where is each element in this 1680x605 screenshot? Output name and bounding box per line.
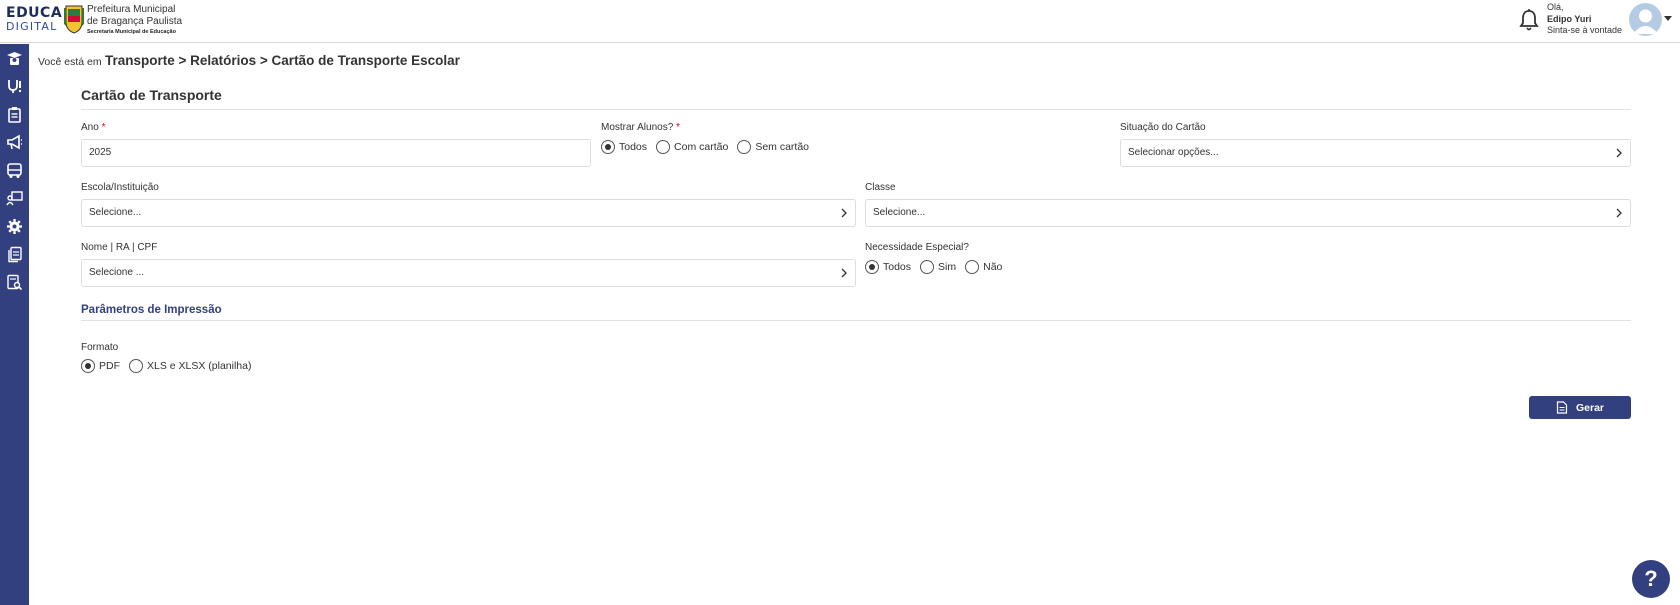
radio-label: XLS e XLSX (planilha) — [147, 360, 252, 372]
nome-label: Nome | RA | CPF — [81, 242, 158, 253]
nome-placeholder: Selecione ... — [89, 267, 145, 278]
logo-line1: EDUCA — [6, 5, 63, 21]
bell-icon[interactable] — [1519, 8, 1539, 32]
gerar-label: Gerar — [1575, 401, 1605, 414]
formato-label: Formato — [81, 342, 119, 353]
mostrar-alunos-radio-group: Todos Com cartão Sem cartão — [601, 140, 818, 154]
mostrar-alunos-label-text: Mostrar Alunos? — [601, 122, 674, 133]
medical-icon[interactable] — [5, 77, 24, 96]
mostrar-alunos-label: Mostrar Alunos? * — [601, 122, 680, 133]
radio-mostrar-com-cartao[interactable]: Com cartão — [656, 140, 728, 154]
clipboard-icon[interactable] — [5, 105, 24, 124]
user-menu-chevron-down-icon[interactable] — [1664, 16, 1672, 21]
gerar-button[interactable]: Gerar — [1529, 396, 1631, 419]
avatar[interactable] — [1629, 3, 1662, 36]
classe-select[interactable]: Selecione... — [865, 199, 1631, 227]
necessidade-radio-group: Todos Sim Não — [865, 260, 1011, 274]
breadcrumb: Transporte > Relatórios > Cartão de Tran… — [105, 53, 460, 68]
ano-value: 2025 — [89, 147, 112, 158]
pref-line1: Prefeitura Municipal — [87, 4, 176, 15]
radio-label: Não — [983, 261, 1003, 273]
report-search-icon[interactable] — [5, 273, 24, 292]
radio-circle[interactable] — [601, 140, 615, 154]
radio-circle[interactable] — [737, 140, 752, 154]
formato-radio-group: PDF XLS e XLSX (planilha) — [81, 359, 260, 373]
user-avatar-icon — [1633, 9, 1658, 34]
gear-icon[interactable] — [5, 217, 24, 236]
radio-necessidade-nao[interactable]: Não — [965, 260, 1002, 274]
radio-circle[interactable] — [81, 359, 95, 373]
bus-icon[interactable] — [5, 161, 24, 180]
chevron-right-icon — [841, 268, 847, 278]
teacher-icon[interactable] — [5, 189, 24, 208]
documents-icon[interactable] — [5, 245, 24, 264]
radio-label: Com cartão — [674, 141, 729, 153]
user-name: Edipo Yuri — [1547, 13, 1592, 24]
pref-line2: de Bragança Paulista — [87, 15, 183, 27]
radio-necessidade-sim[interactable]: Sim — [920, 260, 956, 274]
educa-digital-logo[interactable]: EDUCA DIGITAL — [6, 6, 62, 32]
divider — [81, 320, 1631, 321]
radio-circle[interactable] — [920, 260, 935, 274]
necessidade-label: Necessidade Especial? — [865, 242, 969, 253]
document-icon — [1556, 401, 1568, 414]
situacao-cartao-placeholder: Selecionar opções... — [1128, 147, 1219, 158]
radio-label: Sim — [938, 261, 957, 273]
pref-line3: Secretaria Municipal de Educação — [87, 28, 176, 35]
mostrar-alunos-required-mark: * — [676, 122, 680, 133]
help-button[interactable]: ? — [1632, 560, 1670, 598]
ano-field[interactable]: 2025 — [81, 139, 591, 167]
classe-placeholder: Selecione... — [873, 207, 926, 218]
radio-circle[interactable] — [129, 359, 143, 373]
page-title: Cartão de Transporte — [81, 87, 222, 103]
radio-label: PDF — [99, 360, 120, 372]
radio-label: Todos — [883, 261, 912, 273]
municipal-crest-icon — [64, 5, 84, 34]
radio-formato-xls[interactable]: XLS e XLSX (planilha) — [129, 359, 251, 373]
user-greeting: Olá, Edipo Yuri Sinta-se à vontade — [1547, 2, 1622, 37]
sidebar — [0, 44, 29, 605]
radio-necessidade-todos[interactable]: Todos — [865, 260, 911, 274]
radio-mostrar-sem-cartao[interactable]: Sem cartão — [737, 140, 809, 154]
classe-label: Classe — [865, 182, 896, 193]
chevron-right-icon — [1616, 208, 1622, 218]
chevron-right-icon — [1616, 148, 1622, 158]
user-subtitle: Sinta-se à vontade — [1547, 25, 1623, 36]
logo-line2: DIGITAL — [6, 20, 58, 33]
escola-label: Escola/Instituição — [81, 182, 159, 193]
nome-select[interactable]: Selecione ... — [81, 259, 856, 287]
situacao-cartao-select[interactable]: Selecionar opções... — [1120, 139, 1631, 167]
radio-circle[interactable] — [865, 260, 879, 274]
prefeitura-label: Prefeitura Municipal de Bragança Paulist… — [87, 4, 182, 35]
radio-formato-pdf[interactable]: PDF — [81, 359, 120, 373]
breadcrumb-prefix: Você está em — [38, 56, 102, 68]
top-header: EDUCA DIGITAL Prefeitura Municipal de Br… — [0, 0, 1680, 43]
escola-placeholder: Selecione... — [89, 207, 142, 218]
ano-required-mark: * — [101, 122, 106, 133]
chevron-right-icon — [841, 208, 847, 218]
print-params-title: Parâmetros de Impressão — [81, 304, 222, 316]
ano-label: Ano * — [81, 122, 105, 133]
radio-label: Sem cartão — [755, 141, 810, 153]
radio-label: Todos — [619, 141, 648, 153]
radio-mostrar-todos[interactable]: Todos — [601, 140, 647, 154]
graduation-icon[interactable] — [5, 49, 24, 68]
ano-label-text: Ano — [81, 122, 99, 133]
radio-circle[interactable] — [656, 140, 671, 154]
radio-circle[interactable] — [965, 260, 980, 274]
escola-select[interactable]: Selecione... — [81, 199, 856, 227]
megaphone-icon[interactable] — [5, 133, 24, 152]
divider — [81, 109, 1631, 110]
situacao-cartao-label: Situação do Cartão — [1120, 122, 1206, 133]
greeting-text: Olá, — [1547, 2, 1564, 12]
